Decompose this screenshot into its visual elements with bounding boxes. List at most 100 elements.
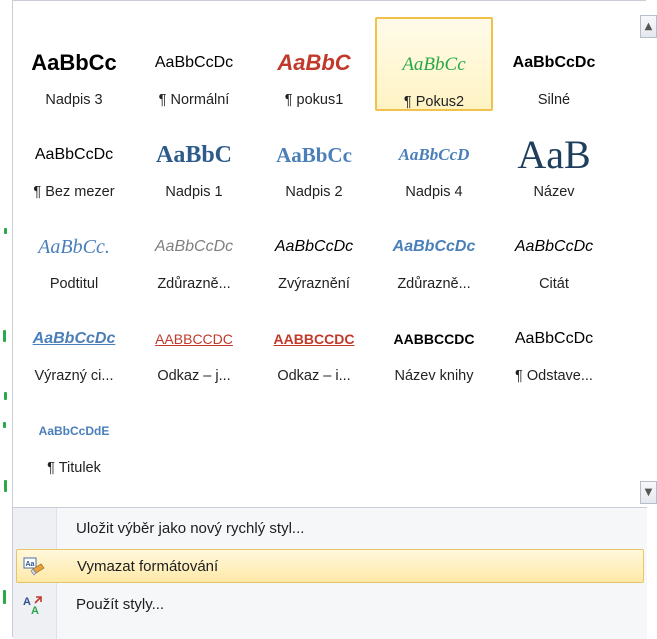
style-tile-nadpis-1[interactable]: AaBbC Nadpis 1: [135, 109, 253, 203]
gallery-scrollbar[interactable]: ▲ ▼: [640, 15, 657, 505]
apply-styles-icon: A A: [22, 594, 44, 617]
style-sample-preview: AaBbCcDc: [273, 331, 355, 347]
paragraph-mark-icon: ¶: [515, 368, 527, 384]
style-sample-preview: AaBbCc.: [38, 236, 110, 258]
style-tile-n-zev[interactable]: AaB Název: [495, 109, 613, 203]
style-tile-n-zev-knihy[interactable]: AaBbCcDc Název knihy: [375, 293, 493, 387]
style-name-label: Zdůrazně...: [135, 276, 253, 292]
style-name-label: Nadpis 2: [255, 184, 373, 200]
style-sample-preview: AaBbCcDc: [154, 238, 234, 255]
style-name-label: Podtitul: [15, 276, 133, 292]
scroll-down-button[interactable]: ▼: [640, 481, 657, 504]
style-tile-cit-t[interactable]: AaBbCcDc Citát: [495, 201, 613, 295]
style-sample-preview: AaBbCc: [31, 50, 117, 75]
style-tile-norm-ln[interactable]: AaBbCcDc ¶ Normální: [135, 17, 253, 111]
style-tile-titulek[interactable]: AaBbCcDdE ¶ Titulek: [15, 385, 133, 479]
style-name-text: Zdůrazně...: [157, 276, 231, 292]
style-tile-odstave[interactable]: AaBbCcDc ¶ Odstave...: [495, 293, 613, 387]
style-name-label: Zdůrazně...: [375, 276, 493, 292]
style-tile-zd-razn[interactable]: AaBbCcDc Zdůrazně...: [375, 201, 493, 295]
apply-styles-label: Použít styly...: [76, 596, 165, 613]
document-text-fragment: [3, 330, 6, 342]
style-tile-podtitul[interactable]: AaBbCc. Podtitul: [15, 201, 133, 295]
paragraph-mark-icon: ¶: [47, 460, 59, 476]
style-sample-preview: AaBbCcDc: [34, 146, 114, 163]
style-name-label: ¶ Pokus2: [377, 94, 491, 110]
style-name-text: Citát: [539, 276, 569, 292]
style-tile-odkaz-i[interactable]: AaBbCcDc Odkaz – i...: [255, 293, 373, 387]
document-text-fragment: [4, 392, 7, 400]
svg-text:A: A: [23, 596, 31, 608]
svg-text:Aa: Aa: [26, 561, 35, 568]
style-sample-preview: AaBbCcDc: [274, 238, 354, 255]
paragraph-mark-icon: ¶: [403, 94, 416, 110]
style-name-label: Odkaz – j...: [135, 368, 253, 384]
style-name-label: Nadpis 4: [375, 184, 493, 200]
style-name-text: Odkaz – i...: [277, 368, 351, 384]
style-name-label: Odkaz – i...: [255, 368, 373, 384]
style-sample-preview: AaBbC: [277, 50, 351, 75]
style-name-text: Výrazný ci...: [34, 368, 114, 384]
style-tile-pokus1[interactable]: AaBbC ¶ pokus1: [255, 17, 373, 111]
style-sample-preview: AaB: [517, 135, 591, 175]
style-tile-odkaz-j[interactable]: AaBbCcDc Odkaz – j...: [135, 293, 253, 387]
style-name-text: pokus1: [296, 92, 344, 108]
document-text-fragment: [3, 590, 6, 604]
style-sample-preview: AaBbC: [155, 142, 233, 168]
apply-styles-item[interactable]: A A Použít styly...: [16, 588, 644, 622]
style-tile-siln[interactable]: AaBbCcDc Silné: [495, 17, 613, 111]
style-name-label: Citát: [495, 276, 613, 292]
paragraph-mark-icon: ¶: [33, 184, 46, 200]
paragraph-mark-icon: ¶: [158, 92, 171, 108]
clear-formatting-item[interactable]: Aa Vymazat formátování: [16, 549, 644, 583]
style-sample-preview: AaBbCc: [402, 54, 466, 75]
style-name-text: Odkaz – j...: [157, 368, 231, 384]
style-name-text: Pokus2: [415, 94, 465, 110]
save-selection-label: Uložit výběr jako nový rychlý styl...: [76, 520, 305, 537]
style-name-text: Bez mezer: [45, 184, 115, 200]
svg-text:A: A: [31, 605, 39, 616]
document-text-fragment: [3, 422, 6, 428]
style-name-label: Výrazný ci...: [15, 368, 133, 384]
style-name-label: ¶ pokus1: [255, 92, 373, 108]
style-tile-bez-mezer[interactable]: AaBbCcDc ¶ Bez mezer: [15, 109, 133, 203]
style-sample-preview: AaBbCcDdE: [38, 424, 110, 438]
document-text-fragment: [4, 480, 7, 492]
style-name-text: Zvýraznění: [278, 276, 350, 292]
scroll-up-icon: ▲: [644, 21, 653, 32]
style-name-text: Název: [533, 184, 575, 200]
style-name-text: Nadpis 1: [165, 184, 223, 200]
style-name-text: Silné: [537, 92, 571, 108]
style-name-label: Zvýraznění: [255, 276, 373, 292]
quick-styles-gallery: AaBbCc Nadpis 3 AaBbCcDc ¶ Normální AaBbC ¶ p…: [13, 1, 628, 506]
style-tile-nadpis-4[interactable]: AaBbCcD Nadpis 4: [375, 109, 493, 203]
style-sample-preview: AaBbCcDc: [514, 330, 594, 347]
style-name-label: ¶ Normální: [135, 92, 253, 108]
style-tile-v-razn-ci[interactable]: AaBbCcDc Výrazný ci...: [15, 293, 133, 387]
clear-formatting-icon: Aa: [23, 556, 45, 578]
style-sample-preview: AaBbCcDc: [512, 54, 596, 71]
style-name-text: Nadpis 4: [405, 184, 463, 200]
style-sample-preview: AaBbCcDc: [155, 331, 233, 347]
style-name-text: Odstave...: [526, 368, 593, 384]
style-tile-zv-razn-n[interactable]: AaBbCcDc Zvýraznění: [255, 201, 373, 295]
style-name-label: Název: [495, 184, 613, 200]
style-name-label: Nadpis 3: [15, 92, 133, 108]
style-name-label: Nadpis 1: [135, 184, 253, 200]
style-sample-preview: AaBbCcD: [398, 145, 470, 164]
document-edge-strip: [0, 0, 12, 637]
clear-formatting-label: Vymazat formátování: [77, 558, 219, 575]
style-name-text: Titulek: [58, 460, 101, 476]
style-name-label: ¶ Bez mezer: [15, 184, 133, 200]
scroll-up-button[interactable]: ▲: [640, 15, 657, 38]
style-tile-nadpis-2[interactable]: AaBbCc Nadpis 2: [255, 109, 373, 203]
style-name-label: ¶ Odstave...: [495, 368, 613, 384]
style-tile-nadpis-3[interactable]: AaBbCc Nadpis 3: [15, 17, 133, 111]
style-tile-pokus2[interactable]: AaBbCc ¶ Pokus2: [375, 17, 493, 111]
style-name-text: Název knihy: [394, 368, 474, 384]
style-sample-preview: AaBbCcDc: [154, 54, 234, 71]
save-selection-as-style-item[interactable]: Uložit výběr jako nový rychlý styl...: [16, 512, 644, 546]
style-tile-zd-razn[interactable]: AaBbCcDc Zdůrazně...: [135, 201, 253, 295]
style-name-text: Podtitul: [49, 276, 99, 292]
style-name-label: ¶ Titulek: [15, 460, 133, 476]
